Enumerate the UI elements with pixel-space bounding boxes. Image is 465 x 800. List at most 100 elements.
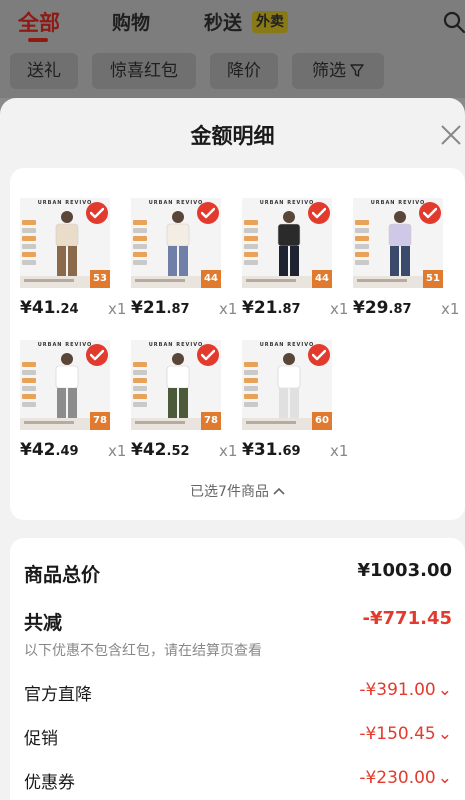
discount-promotion-label: 促销 (24, 729, 58, 749)
product-price-decimal: .52 (166, 444, 190, 459)
product-thumbnail: URBAN REVIVO 44 (131, 198, 221, 288)
model-figure (277, 353, 301, 418)
product-thumbnail: URBAN REVIVO 51 (353, 198, 443, 288)
product-quantity: x1 (219, 300, 238, 318)
model-figure (166, 211, 190, 276)
total-reduction-row: 共减 -¥771.45 (24, 608, 452, 636)
discount-official-value-wrap: -¥391.00 ⌄ (359, 680, 452, 700)
product-thumbnail: URBAN REVIVO 60 (242, 340, 332, 430)
close-icon[interactable] (440, 124, 462, 146)
product-price-integer: ¥31 (242, 440, 278, 460)
product-item[interactable]: URBAN REVIVO 78 ¥42.52 x1 (131, 340, 239, 480)
product-tag: 78 (201, 412, 221, 430)
model-figure (55, 353, 79, 418)
product-price-decimal: .87 (277, 302, 301, 317)
filter-price-drop[interactable]: 降价 (210, 53, 278, 89)
product-tag: 44 (201, 270, 221, 288)
discount-coupon-value: -¥230.00 (359, 768, 436, 788)
product-price-decimal: .49 (55, 444, 79, 459)
total-price-label: 商品总价 (24, 564, 101, 586)
product-item[interactable]: URBAN REVIVO 44 ¥21.87 x1 (131, 198, 239, 338)
product-thumbnail: URBAN REVIVO 53 (20, 198, 110, 288)
discount-note: 以下优惠不包含红包，请在结算页查看 (24, 643, 262, 659)
product-item[interactable]: URBAN REVIVO 53 ¥41.24 x1 (20, 198, 128, 338)
product-item[interactable]: URBAN REVIVO 78 ¥42.49 x1 (20, 340, 128, 480)
amount-detail-sheet: 金额明细 URBAN REVIVO 53 ¥41.24 x1 URBAN REVIVO 4… (0, 98, 465, 800)
checkmark-icon[interactable] (419, 202, 441, 224)
checkmark-icon[interactable] (86, 202, 108, 224)
checkmark-icon[interactable] (308, 344, 330, 366)
model-figure (388, 211, 412, 276)
discount-official-label: 官方直降 (24, 685, 92, 705)
product-tag: 51 (423, 270, 443, 288)
product-price-integer: ¥21 (131, 298, 167, 318)
filter-surprise-redpacket[interactable]: 惊喜红包 (92, 53, 196, 89)
checkmark-icon[interactable] (197, 202, 219, 224)
product-thumbnail: URBAN REVIVO 78 (131, 340, 221, 430)
product-price: ¥42.52 (131, 440, 190, 460)
total-price-value: ¥1003.00 (357, 560, 452, 581)
selected-count-toggle[interactable]: 已选7件商品 (10, 481, 465, 501)
chevron-down-icon: ⌄ (437, 768, 452, 788)
product-quantity: x1 (330, 442, 349, 460)
product-quantity: x1 (108, 300, 127, 318)
model-figure (277, 211, 301, 276)
product-price-decimal: .24 (55, 302, 79, 317)
product-price: ¥29.87 (353, 298, 412, 318)
product-price: ¥42.49 (20, 440, 79, 460)
filter-gift-label: 送礼 (27, 61, 61, 81)
product-price-decimal: .87 (388, 302, 412, 317)
product-tag: 60 (312, 412, 332, 430)
filter-button[interactable]: 筛选 (292, 53, 384, 89)
model-figure (55, 211, 79, 276)
filter-chips: 送礼 惊喜红包 降价 筛选 (0, 53, 465, 89)
discount-row-official[interactable]: 官方直降 -¥391.00 ⌄ (24, 680, 452, 708)
selected-items-card: URBAN REVIVO 53 ¥41.24 x1 URBAN REVIVO 44 ¥21.… (10, 168, 465, 520)
checkmark-icon[interactable] (308, 202, 330, 224)
discount-row-promotion[interactable]: 促销 -¥150.45 ⌄ (24, 724, 452, 752)
total-reduction-label: 共减 (24, 612, 63, 634)
product-price: ¥21.87 (131, 298, 190, 318)
product-item[interactable]: URBAN REVIVO 44 ¥21.87 x1 (242, 198, 350, 338)
top-tabs: 全部 购物 秒送 外卖 (0, 0, 465, 44)
tab-active-indicator (28, 38, 48, 42)
selected-count-text: 已选7件商品 (190, 484, 269, 500)
tab-shopping[interactable]: 购物 (112, 8, 150, 35)
page-header: 全部 购物 秒送 外卖 送礼 惊喜红包 降价 筛选 (0, 0, 465, 98)
product-quantity: x1 (108, 442, 127, 460)
product-item[interactable]: URBAN REVIVO 60 ¥31.69 x1 (242, 340, 350, 480)
product-price-decimal: .87 (166, 302, 190, 317)
total-reduction-value: -¥771.45 (362, 608, 452, 629)
product-price-integer: ¥21 (242, 298, 278, 318)
product-item[interactable]: URBAN REVIVO 51 ¥29.87 x1 (353, 198, 461, 338)
model-figure (166, 353, 190, 418)
checkmark-icon[interactable] (86, 344, 108, 366)
chevron-down-icon: ⌄ (437, 724, 452, 744)
tab-express[interactable]: 秒送 (204, 8, 242, 35)
filter-surprise-redpacket-label: 惊喜红包 (110, 61, 178, 81)
product-price-integer: ¥29 (353, 298, 389, 318)
filter-gift[interactable]: 送礼 (10, 53, 78, 89)
product-thumbnail: URBAN REVIVO 44 (242, 198, 332, 288)
discount-promotion-value-wrap: -¥150.45 ⌄ (359, 724, 452, 744)
product-price: ¥31.69 (242, 440, 301, 460)
product-quantity: x1 (330, 300, 349, 318)
product-price-integer: ¥42 (20, 440, 56, 460)
discount-official-value: -¥391.00 (359, 680, 436, 700)
tab-all[interactable]: 全部 (18, 7, 60, 37)
product-info-strip (244, 220, 258, 272)
total-price-row: 商品总价 ¥1003.00 (24, 560, 452, 588)
product-tag: 53 (90, 270, 110, 288)
discount-row-coupon[interactable]: 优惠券 -¥230.00 ⌄ (24, 768, 452, 796)
search-icon[interactable] (442, 10, 465, 34)
waimai-badge: 外卖 (252, 11, 288, 33)
checkmark-icon[interactable] (197, 344, 219, 366)
product-price-integer: ¥42 (131, 440, 167, 460)
product-info-strip (133, 220, 147, 272)
product-price: ¥21.87 (242, 298, 301, 318)
chevron-down-icon: ⌄ (437, 680, 452, 700)
product-quantity: x1 (219, 442, 238, 460)
product-thumbnail: URBAN REVIVO 78 (20, 340, 110, 430)
product-price-integer: ¥41 (20, 298, 56, 318)
product-price: ¥41.24 (20, 298, 79, 318)
